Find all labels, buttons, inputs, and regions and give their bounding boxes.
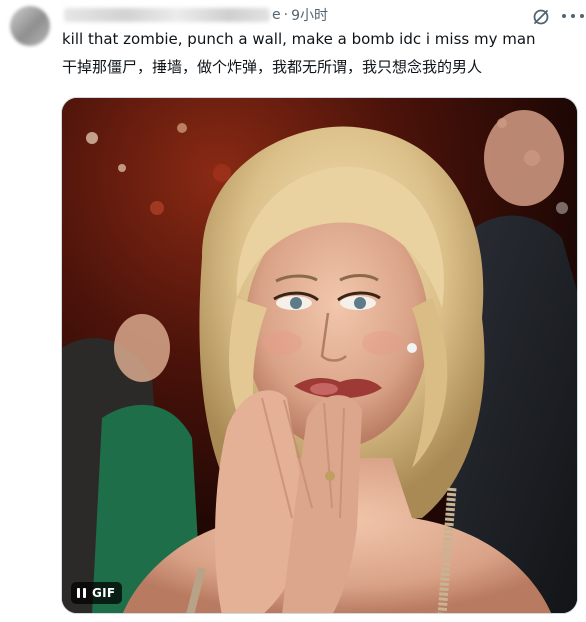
gif-badge[interactable]: GIF bbox=[71, 582, 123, 604]
tweet: e · 9小时 kill that zombie, punch a wall, … bbox=[0, 0, 586, 622]
gif-image bbox=[62, 98, 577, 613]
separator-dot: · bbox=[283, 7, 289, 23]
more-icon[interactable] bbox=[562, 6, 584, 26]
gif-label: GIF bbox=[92, 586, 116, 600]
tweet-translation: 干掉那僵尸，捶墙，做个炸弹，我都无所谓，我只想念我的男人 bbox=[62, 58, 483, 76]
blurred-username[interactable] bbox=[64, 8, 270, 22]
tweet-text: kill that zombie, punch a wall, make a b… bbox=[62, 30, 536, 48]
tweet-header: e · 9小时 bbox=[64, 4, 566, 26]
grok-icon[interactable] bbox=[532, 8, 550, 26]
gif-media[interactable]: GIF bbox=[61, 97, 578, 614]
timestamp[interactable]: 9小时 bbox=[291, 5, 328, 25]
avatar[interactable] bbox=[10, 6, 50, 46]
pause-icon[interactable] bbox=[77, 588, 86, 598]
handle-fragment[interactable]: e bbox=[272, 7, 281, 23]
